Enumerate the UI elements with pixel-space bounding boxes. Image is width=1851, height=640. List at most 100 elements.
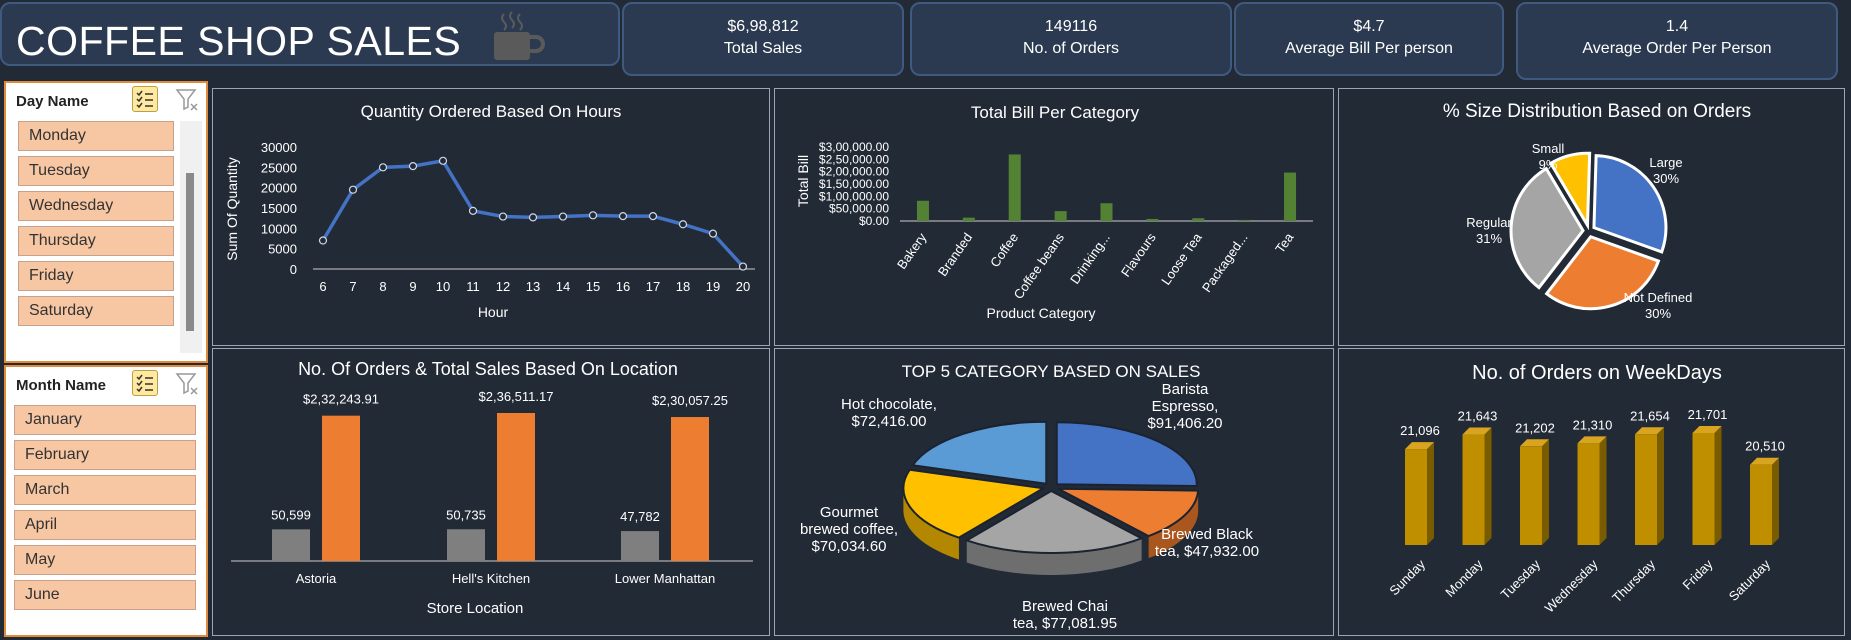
kpi-value: $4.7 xyxy=(1353,18,1385,35)
chart-size-distribution: % Size Distribution Based on Orders Large… xyxy=(1443,101,1751,321)
bar-orders xyxy=(272,529,310,561)
bar-orders xyxy=(621,531,659,561)
x-tick-label: Monday xyxy=(1442,556,1486,600)
x-tick-label: Bakery xyxy=(894,230,930,272)
x-tick-label: 9 xyxy=(409,279,416,294)
chart-title: Total Bill Per Category xyxy=(971,103,1140,122)
y-tick-label: $0.00 xyxy=(859,214,889,228)
x-tick-label: Flavours xyxy=(1118,230,1159,280)
data-point xyxy=(498,212,508,221)
page-title: COFFEE SHOP SALES xyxy=(16,18,462,64)
chart-quantity-by-hour: Quantity Ordered Based On Hours 0 5000 1000… xyxy=(224,102,755,320)
bar xyxy=(1054,211,1067,221)
bar-side xyxy=(1484,427,1492,545)
bar-side xyxy=(1772,457,1779,545)
x-tick-label: 10 xyxy=(436,279,450,294)
y-tick-label: $1,50,000.00 xyxy=(819,177,889,191)
header-title-box: COFFEE SHOP SALES xyxy=(0,2,620,66)
y-axis-title: Total Bill xyxy=(795,155,811,207)
x-tick-label: Lower Manhattan xyxy=(615,571,715,586)
slicer-item-march[interactable]: March xyxy=(14,475,196,505)
clear-filter-icon[interactable] xyxy=(174,371,200,397)
x-tick-label: 15 xyxy=(586,279,600,294)
x-tick-label: Saturday xyxy=(1726,556,1774,604)
x-tick-label: Drinking... xyxy=(1067,230,1113,287)
x-tick-label: 18 xyxy=(676,279,690,294)
slicer-item-may[interactable]: May xyxy=(14,545,196,575)
slicer-item-april[interactable]: April xyxy=(14,510,196,540)
scrollbar-thumb[interactable] xyxy=(186,173,194,331)
bar xyxy=(916,200,929,221)
y-tick-label: 20000 xyxy=(261,181,297,196)
month-name-slicer[interactable]: Month Name January February March April … xyxy=(4,365,208,637)
multi-select-icon[interactable] xyxy=(132,370,158,396)
x-tick-label: Friday xyxy=(1679,556,1715,592)
x-tick-label: Wednesday xyxy=(1542,556,1601,615)
slicer-item-january[interactable]: January xyxy=(14,405,196,435)
slicer-item-thursday[interactable]: Thursday xyxy=(18,226,174,256)
y-tick-label: 0 xyxy=(290,262,297,277)
chart-orders-on-weekdays: No. of Orders on WeekDays 21,096 Sunday 21,… xyxy=(1386,362,1785,616)
slice-label: $70,034.60 xyxy=(811,538,886,555)
slice-label: Small xyxy=(1532,141,1565,156)
data-label: 21,654 xyxy=(1630,408,1670,423)
slicer-item-wednesday[interactable]: Wednesday xyxy=(18,191,174,221)
slice-label: Brewed Black xyxy=(1161,526,1253,543)
chart-panel-weekdays: No. of Orders on WeekDays 21,096 Sunday 21,… xyxy=(1338,348,1845,636)
multi-select-icon[interactable] xyxy=(132,86,158,112)
kpi-label: No. of Orders xyxy=(1022,40,1120,57)
x-tick-label: Coffee xyxy=(987,230,1021,270)
y-tick-label: $2,00,000.00 xyxy=(819,165,889,179)
bar-sales xyxy=(322,415,360,561)
day-name-slicer[interactable]: Day Name Monday Tuesday Wednesday Thursd… xyxy=(4,81,208,363)
data-label: $2,30,057.25 xyxy=(652,393,728,408)
bar-orders xyxy=(447,529,485,561)
bar xyxy=(1405,449,1427,545)
x-tick-label: 17 xyxy=(646,279,660,294)
data-label: 50,599 xyxy=(271,507,311,522)
data-label: 47,782 xyxy=(620,509,660,524)
data-point xyxy=(378,163,388,172)
chart-panel-hours: Quantity Ordered Based On Hours 0 5000 1000… xyxy=(212,88,770,346)
chart-panel-size: % Size Distribution Based on Orders Large… xyxy=(1338,88,1845,346)
y-axis-title: Sum Of Quantity xyxy=(224,157,240,260)
slice-percent-label: 9% xyxy=(1539,157,1558,172)
coffee-cup-icon xyxy=(494,11,545,60)
slice-label: tea, $77,081.95 xyxy=(1013,615,1117,632)
chart-panel-top5: TOP 5 CATEGORY BASED ON SALES Barista Espr… xyxy=(774,348,1334,636)
data-label: 21,096 xyxy=(1400,423,1440,438)
data-point xyxy=(318,236,328,245)
chart-top5-category: TOP 5 CATEGORY BASED ON SALESBaristaEspr… xyxy=(800,362,1259,632)
chart-title: No. of Orders on WeekDays xyxy=(1472,362,1722,384)
slicer-item-february[interactable]: February xyxy=(14,440,196,470)
bar-side xyxy=(1714,426,1722,545)
x-tick-label: 19 xyxy=(706,279,720,294)
y-tick-label: $1,00,000.00 xyxy=(819,189,889,203)
x-axis-title: Store Location xyxy=(427,600,524,617)
slicer-item-friday[interactable]: Friday xyxy=(18,261,174,291)
slicer-item-tuesday[interactable]: Tuesday xyxy=(18,156,174,186)
slicer-item-june[interactable]: June xyxy=(14,580,196,610)
chart-panel-location: No. Of Orders & Total Sales Based On Loc… xyxy=(212,348,770,636)
x-axis-title: Hour xyxy=(478,304,509,320)
slice-percent-label: 30% xyxy=(1653,171,1679,186)
data-label: 21,202 xyxy=(1515,420,1555,435)
y-tick-label: 15000 xyxy=(261,201,297,216)
data-label: $2,36,511.17 xyxy=(479,389,554,404)
slicer-item-saturday[interactable]: Saturday xyxy=(18,296,174,326)
chart-title: % Size Distribution Based on Orders xyxy=(1443,101,1751,122)
x-tick-label: Thursday xyxy=(1609,556,1658,605)
kpi-label: Average Order Per Person xyxy=(1582,40,1772,57)
data-point xyxy=(738,262,748,271)
bar xyxy=(1146,218,1159,221)
slicer-item-monday[interactable]: Monday xyxy=(18,121,174,151)
slicer-title: Day Name xyxy=(16,93,89,110)
bar xyxy=(1192,218,1205,221)
slice-label: $91,406.20 xyxy=(1147,415,1222,432)
slice-label: brewed coffee, xyxy=(800,521,898,538)
bar xyxy=(962,217,975,221)
data-point xyxy=(618,212,628,221)
x-tick-label: 14 xyxy=(556,279,570,294)
data-point xyxy=(438,156,448,165)
clear-filter-icon[interactable] xyxy=(174,87,200,113)
